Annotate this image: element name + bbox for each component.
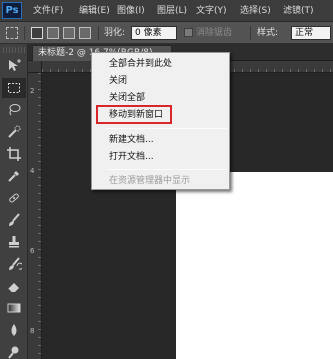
options-divider: [24, 26, 25, 40]
crop-tool-icon[interactable]: [2, 144, 26, 164]
style-label: 样式:: [257, 28, 279, 38]
tools-panel: [0, 44, 28, 359]
menu-image[interactable]: 图像(I): [117, 4, 145, 18]
document-canvas[interactable]: [176, 172, 333, 359]
menu-file[interactable]: 文件(F): [33, 4, 63, 18]
new-selection-icon[interactable]: [31, 27, 43, 39]
add-to-selection-icon[interactable]: [47, 27, 59, 39]
options-divider: [98, 26, 99, 40]
vertical-ruler[interactable]: 2 4 6 8: [28, 73, 42, 359]
dodge-tool-icon[interactable]: [2, 342, 26, 359]
options-divider: [250, 26, 251, 40]
ruler-number: 4: [30, 167, 35, 175]
move-tool-icon[interactable]: [2, 56, 26, 76]
brush-tool-icon[interactable]: [2, 210, 26, 230]
menu-item-close[interactable]: 关闭: [93, 74, 228, 89]
subtract-selection-icon[interactable]: [63, 27, 75, 39]
menu-separator: [106, 169, 227, 170]
feather-label: 羽化:: [104, 28, 126, 38]
gradient-tool-icon[interactable]: [2, 298, 26, 318]
clone-stamp-tool-icon[interactable]: [2, 232, 26, 252]
style-select[interactable]: 正常: [291, 26, 331, 40]
ruler-number: 8: [30, 327, 35, 335]
menu-item-open-document[interactable]: 打开文档...: [93, 150, 228, 165]
menu-item-reveal-in-explorer: 在资源管理器中显示: [109, 176, 191, 186]
ruler-number: 2: [30, 87, 35, 95]
lasso-tool-icon[interactable]: [2, 100, 26, 120]
eyedropper-tool-icon[interactable]: [2, 166, 26, 186]
menu-item-consolidate-all[interactable]: 全部合并到此处: [93, 57, 228, 72]
antialias-checkbox[interactable]: [184, 28, 193, 37]
menu-select[interactable]: 选择(S): [240, 4, 271, 18]
blur-tool-icon[interactable]: [2, 320, 26, 340]
feather-input[interactable]: 0 像素: [131, 26, 177, 40]
annotation-highlight-box: [96, 105, 172, 124]
healing-brush-tool-icon[interactable]: [2, 188, 26, 208]
eraser-tool-icon[interactable]: [2, 276, 26, 296]
history-brush-tool-icon[interactable]: [2, 254, 26, 274]
marquee-tool-icon[interactable]: [2, 78, 26, 98]
marquee-preset-icon[interactable]: [6, 27, 18, 39]
quick-select-tool-icon[interactable]: [2, 122, 26, 142]
photoshop-logo: Ps: [2, 2, 22, 19]
options-bar: 羽化: 0 像素 消除锯齿 样式: 正常: [0, 22, 333, 44]
menu-type[interactable]: 文字(Y): [196, 4, 227, 18]
menu-item-new-document[interactable]: 新建文档...: [93, 133, 228, 148]
menu-bar: Ps 文件(F) 编辑(E) 图像(I) 图层(L) 文字(Y) 选择(S) 滤…: [0, 0, 333, 22]
menu-edit[interactable]: 编辑(E): [79, 4, 110, 18]
intersect-selection-icon[interactable]: [79, 27, 91, 39]
menu-layer[interactable]: 图层(L): [157, 4, 187, 18]
toolbar-grip[interactable]: [3, 47, 25, 53]
ruler-number: 6: [30, 247, 35, 255]
menu-separator: [106, 128, 227, 129]
menu-filter[interactable]: 滤镜(T): [283, 4, 314, 18]
menu-item-close-all[interactable]: 关闭全部: [93, 91, 228, 106]
antialias-label: 消除锯齿: [196, 28, 233, 38]
ruler-origin[interactable]: [28, 61, 42, 73]
